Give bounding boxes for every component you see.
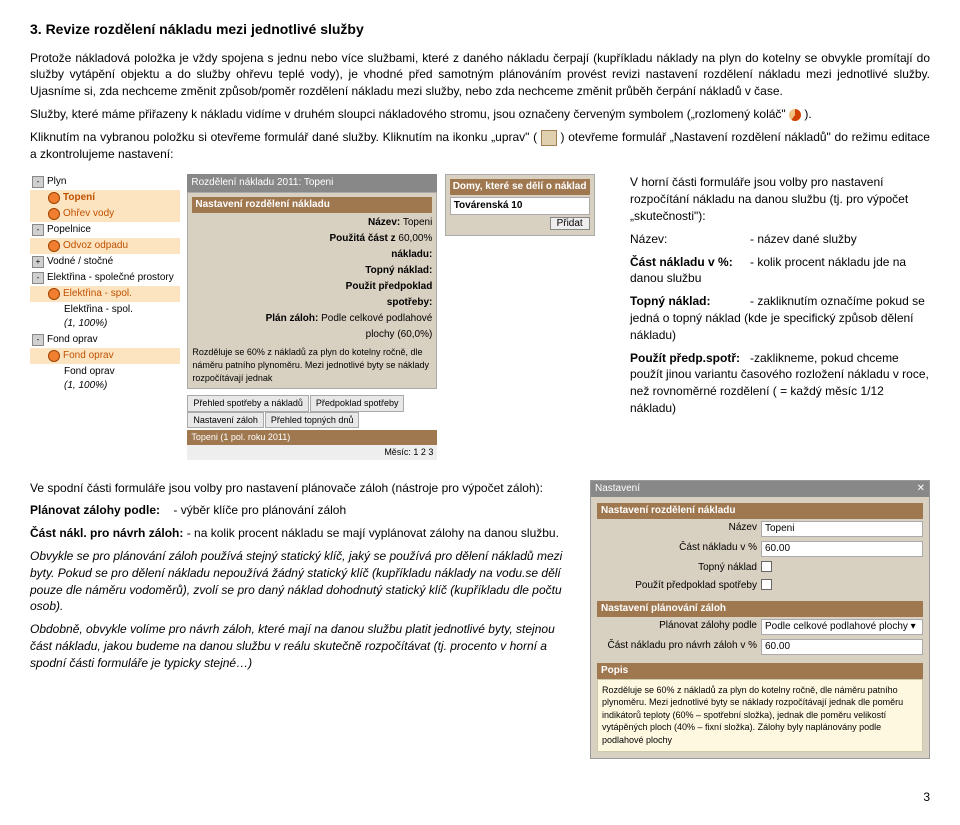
dialog-titlebar: Nastavení ✕ <box>591 481 929 497</box>
settings-section-header: Popis <box>597 663 923 679</box>
page-heading: 3. Revize rozdělení nákladu mezi jednotl… <box>30 20 930 40</box>
minus-icon: - <box>32 272 44 284</box>
paragraph-3: Kliknutím na vybranou položku si otevřem… <box>30 129 930 163</box>
form-tabs: Přehled spotřeby a nákladůPředpoklad spo… <box>187 395 437 428</box>
page-number: 3 <box>30 789 930 806</box>
plan-by-select[interactable]: Podle celkové podlahové plochy ▾ <box>761 619 923 635</box>
plan-percent-input[interactable]: 60.00 <box>761 639 923 655</box>
pie-slice-icon <box>48 288 60 300</box>
houses-header: Domy, které se dělí o náklad <box>450 179 590 195</box>
minus-icon: - <box>32 224 44 236</box>
pie-slice-icon <box>48 240 60 252</box>
right-intro: V horní části formuláře jsou volby pro n… <box>630 174 930 224</box>
pie-slice-icon <box>48 208 60 220</box>
tab[interactable]: Nastavení záloh <box>187 412 264 429</box>
tab[interactable]: Předpoklad spotřeby <box>310 395 405 412</box>
form-title: Rozdělení nákladu 2011: Topeni <box>187 174 437 192</box>
percent-input[interactable]: 60.00 <box>761 541 923 557</box>
pie-icon <box>789 109 801 121</box>
cost-tree: -Plyn Topení Ohřev vody -Popelnice Odvoz… <box>30 174 180 394</box>
minus-icon: - <box>32 176 44 188</box>
tree-item[interactable]: Odvoz odpadu <box>30 238 180 254</box>
name-input[interactable]: Topeni <box>761 521 923 537</box>
cost-split-form: Rozdělení nákladu 2011: Topeni Nastavení… <box>187 174 437 459</box>
settings-section-header: Nastavení plánování záloh <box>597 601 923 617</box>
paragraph-1: Protože nákladová položka je vždy spojen… <box>30 50 930 100</box>
houses-panel: Domy, které se dělí o náklad Továrenská … <box>445 174 595 236</box>
tree-item[interactable]: Topení <box>30 190 180 206</box>
form-note: Rozděluje se 60% z nákladů za plyn do ko… <box>192 346 432 384</box>
settings-dialog: Nastavení ✕ Nastavení rozdělení nákladu … <box>590 480 930 759</box>
heating-checkbox[interactable] <box>761 561 772 572</box>
form-section-header: Nastavení rozdělení nákladu <box>192 197 432 213</box>
tree-item[interactable]: Fond oprav <box>30 348 180 364</box>
edit-icon <box>541 130 557 146</box>
close-icon[interactable]: ✕ <box>917 482 925 496</box>
minus-icon: - <box>32 334 44 346</box>
forecast-checkbox[interactable] <box>761 579 772 590</box>
right-info-block: V horní části formuláře jsou volby pro n… <box>630 174 930 459</box>
add-button[interactable]: Přidat <box>550 217 590 230</box>
bottom-left-text: Ve spodní části formuláře jsou volby pro… <box>30 480 570 759</box>
plus-icon: + <box>32 256 44 268</box>
tab[interactable]: Přehled topných dnů <box>265 412 360 429</box>
pie-slice-icon <box>48 192 60 204</box>
tree-item[interactable]: Elektřina - spol. <box>30 286 180 302</box>
tree-item[interactable]: Ohřev vody <box>30 206 180 222</box>
tab[interactable]: Přehled spotřeby a nákladů <box>187 395 309 412</box>
paragraph-2: Služby, které máme přiřazeny k nákladu v… <box>30 106 930 123</box>
pie-slice-icon <box>48 350 60 362</box>
description-textarea[interactable]: Rozděluje se 60% z nákladů za plyn do ko… <box>597 679 923 752</box>
settings-section-header: Nastavení rozdělení nákladu <box>597 503 923 519</box>
